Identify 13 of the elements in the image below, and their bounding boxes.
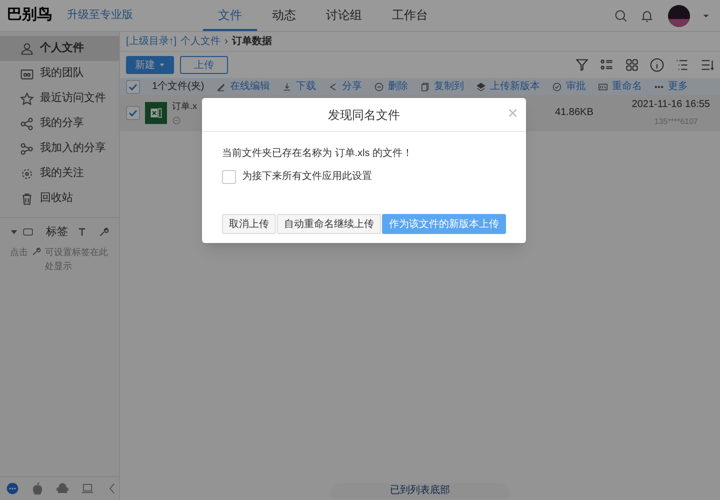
checkbox-label: 为接下来所有文件应用此设置	[242, 170, 372, 184]
dialog-title: 发现同名文件	[328, 106, 400, 124]
dialog-message: 当前文件夹已存在名称为 订单.xls 的文件！	[222, 146, 414, 161]
breadcrumb-separator: ›	[224, 35, 228, 49]
breadcrumb-current: 订单数据	[232, 34, 272, 49]
selection-count: 1个文件(夹)	[152, 80, 204, 94]
file-size: 41.86KB	[555, 106, 594, 120]
list-end-label: 已到列表底部	[330, 483, 510, 498]
logo: 巴别鸟	[7, 5, 52, 26]
modified-time: 2021-11-16 16:55	[632, 98, 710, 112]
hint-text: 点击	[10, 246, 28, 258]
tags-title: 标签	[46, 225, 68, 240]
hint-text: 可设置标签在此处显示	[45, 246, 109, 272]
